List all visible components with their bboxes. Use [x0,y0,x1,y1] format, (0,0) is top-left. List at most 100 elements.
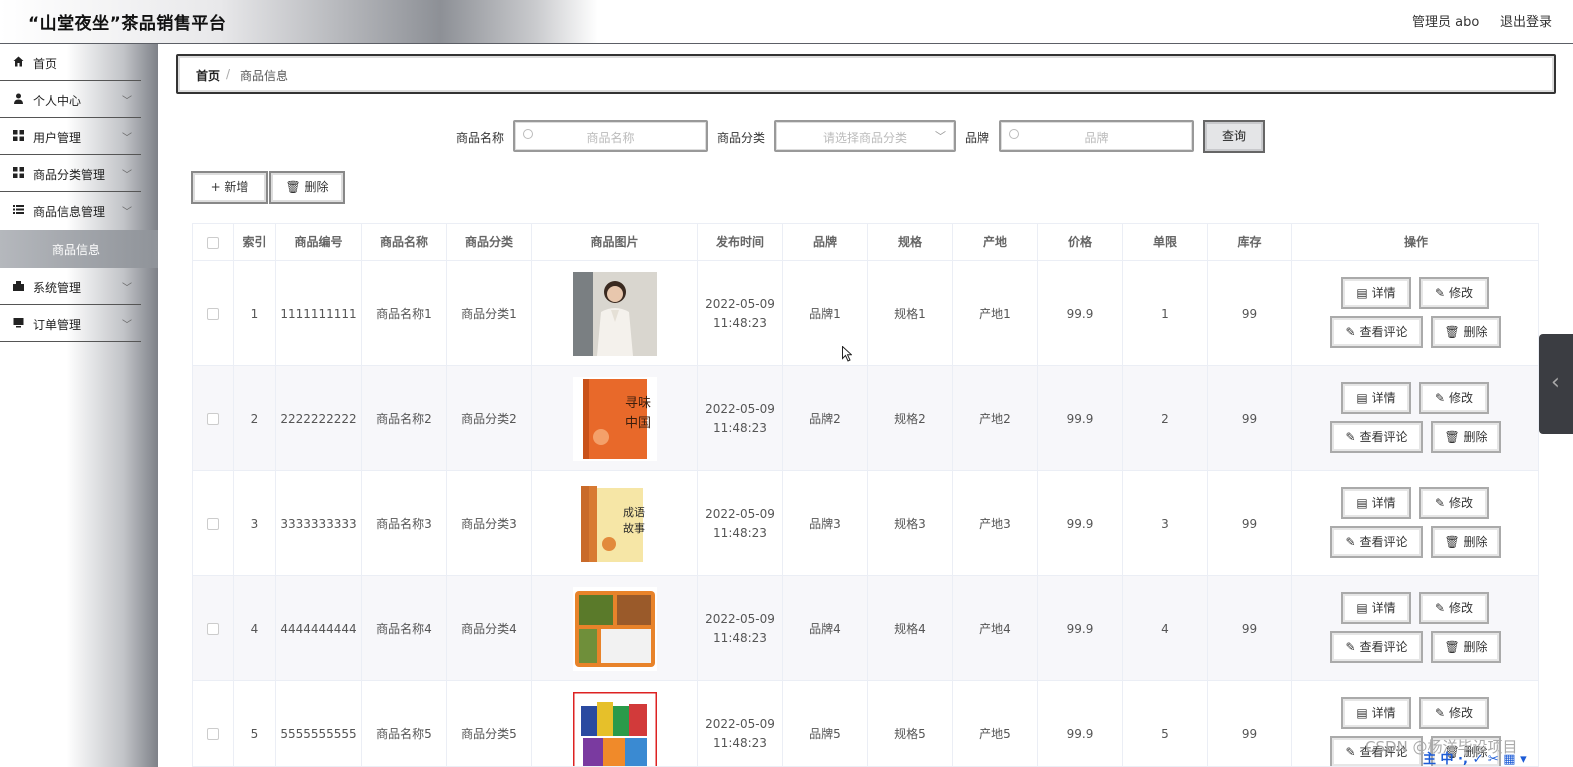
edit-button[interactable]: ✎ 修改 [1419,592,1489,624]
doc-icon: ▤ [1356,706,1368,720]
detail-button[interactable]: ▤ 详情 [1341,697,1411,729]
breadcrumb-home[interactable]: 首页 [196,67,220,84]
table-row: 5 5555555555 商品名称5 商品分类5 2022-05-09 11:4… [193,681,1538,766]
side-panel-toggle[interactable]: ‹ [1539,334,1573,434]
view-reviews-button[interactable]: ✎ 查看评论 [1330,631,1423,663]
product-name-input[interactable]: 商品名称 [513,120,708,152]
category-select[interactable]: 请选择商品分类 ﹀ [774,120,956,152]
publish-date: 2022-05-09 [705,611,775,626]
pencil-icon: ✎ [1345,325,1356,339]
cell-limit: 4 [1123,576,1208,681]
cell-actions: ▤ 详情 ✎ 修改 ✎ 查看评论 🗑 删除 [1292,366,1538,471]
cell-image: 成语 故事 [532,471,698,576]
product-image [572,271,657,356]
pencil-icon: ✎ [1345,535,1356,549]
sidebar-item-category-mgmt[interactable]: 商品分类管理 ﹀ [0,155,141,192]
query-button[interactable]: 查询 [1203,120,1265,153]
trash-icon: 🗑 [285,180,301,194]
chevron-down-icon: ﹀ [122,96,132,107]
row-checkbox[interactable] [207,412,219,425]
cell-origin: 产地5 [953,681,1038,766]
sidebar-item-product-mgmt[interactable]: 商品信息管理 ﹀ [0,192,141,229]
doc-icon: ▤ [1356,391,1368,405]
sidebar: 首页 个人中心 ﹀ 用户管理 ﹀ 商品分类管理 ﹀ 商品信息管理 ﹀ 商品信息 [0,44,158,767]
cell-limit: 1 [1123,261,1208,366]
th-name: 商品名称 [362,224,447,261]
th-spec: 规格 [868,224,953,261]
cell-brand: 品牌1 [783,261,868,366]
svg-text:寻味: 寻味 [625,396,651,411]
sidebar-item-orders[interactable]: 订单管理 ﹀ [0,305,141,342]
row-select[interactable] [193,471,234,576]
category-label: 商品分类 [717,131,766,145]
row-select[interactable] [193,681,234,766]
cell-code: 3333333333 [276,471,362,576]
cell-category: 商品分类4 [447,576,532,681]
sidebar-item-users[interactable]: 用户管理 ﹀ [0,118,141,155]
publish-clock: 11:48:23 [713,735,767,750]
cell-origin: 产地3 [953,471,1038,576]
th-price: 价格 [1038,224,1123,261]
product-name-label: 商品名称 [456,131,505,145]
header-select-all[interactable] [193,224,234,261]
th-origin: 产地 [953,224,1038,261]
delete-button[interactable]: 🗑 删除 [1431,631,1501,663]
chevron-left-icon: ‹ [1551,370,1560,395]
detail-button[interactable]: ▤ 详情 [1341,487,1411,519]
cell-category: 商品分类3 [447,471,532,576]
row-select[interactable] [193,261,234,366]
add-button[interactable]: + 新增 [191,171,268,204]
detail-button[interactable]: ▤ 详情 [1341,277,1411,309]
cell-spec: 规格1 [868,261,953,366]
view-reviews-button[interactable]: ✎ 查看评论 [1330,526,1423,558]
edit-button[interactable]: ✎ 修改 [1419,487,1489,519]
cell-publish-time: 2022-05-09 11:48:23 [698,681,783,766]
cell-price: 99.9 [1038,576,1123,681]
batch-delete-button[interactable]: 🗑 删除 [269,171,345,204]
detail-button[interactable]: ▤ 详情 [1341,592,1411,624]
row-checkbox[interactable] [207,622,219,635]
row-checkbox[interactable] [207,727,219,740]
cell-stock: 99 [1208,681,1292,766]
row-select[interactable] [193,366,234,471]
edit-button[interactable]: ✎ 修改 [1419,697,1489,729]
delete-button[interactable]: 🗑 删除 [1431,316,1501,348]
cell-spec: 规格2 [868,366,953,471]
edit-button[interactable]: ✎ 修改 [1419,382,1489,414]
sidebar-item-system[interactable]: 系统管理 ﹀ [0,268,141,305]
cell-category: 商品分类5 [447,681,532,766]
sidebar-item-label: 首页 [33,57,58,71]
publish-date: 2022-05-09 [705,506,775,521]
cell-image [532,261,698,366]
row-checkbox[interactable] [207,517,219,530]
mouse-cursor-icon [842,346,852,362]
sidebar-item-home[interactable]: 首页 [0,44,141,81]
delete-button[interactable]: 🗑 删除 [1431,526,1501,558]
trash-icon: 🗑 [1444,640,1460,654]
detail-button[interactable]: ▤ 详情 [1341,382,1411,414]
user-icon [13,93,24,104]
row-select[interactable] [193,576,234,681]
select-all-checkbox[interactable] [207,236,219,249]
app-title: “山堂夜坐”茶品销售平台 [28,14,227,34]
cell-limit: 3 [1123,471,1208,576]
cell-index: 3 [234,471,276,576]
brand-input[interactable]: 品牌 [999,120,1194,152]
edit-button[interactable]: ✎ 修改 [1419,277,1489,309]
logout-link[interactable]: 退出登录 [1500,11,1552,30]
sidebar-subitem-product-info[interactable]: 商品信息 [0,230,158,268]
table-row: 3 3333333333 商品名称3 商品分类3 成语 故事 2022-05-0… [193,471,1538,576]
grid-icon [13,167,24,178]
delete-button[interactable]: 🗑 删除 [1431,421,1501,453]
row-checkbox[interactable] [207,307,219,320]
cell-spec: 规格5 [868,681,953,766]
ime-toolbar[interactable]: 主 中 ·, ✓ ✂ ▦ ▾ [1423,748,1527,767]
sidebar-item-personal[interactable]: 个人中心 ﹀ [0,81,141,118]
doc-icon: ▤ [1356,601,1368,615]
view-reviews-button[interactable]: ✎ 查看评论 [1330,421,1423,453]
home-icon [13,56,24,67]
view-reviews-button[interactable]: ✎ 查看评论 [1330,316,1423,348]
cell-code: 4444444444 [276,576,362,681]
cell-stock: 99 [1208,261,1292,366]
sidebar-item-label: 商品信息管理 [33,205,106,219]
